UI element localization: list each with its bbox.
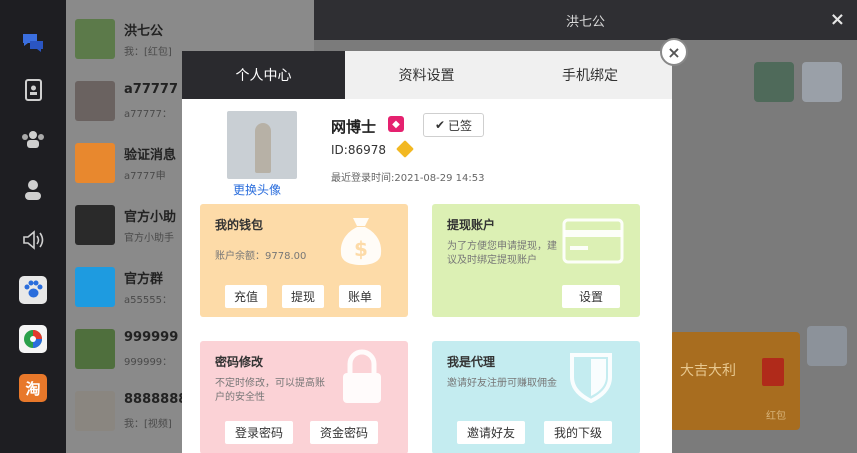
signed-in-button[interactable]: ✔ 已签: [423, 113, 484, 137]
chat-name: 999999: [124, 330, 179, 345]
redpacket-label: 红包: [766, 411, 786, 422]
redpacket-message[interactable]: 大吉大利 红包: [670, 332, 800, 430]
redpacket-text: 大吉大利: [680, 363, 736, 379]
withdraw-account-card: 提现账户 为了方便您申请提现，建议及时绑定提现账户 设置: [432, 204, 640, 317]
avatar: [75, 391, 115, 431]
invite-friends-button[interactable]: 邀请好友: [457, 421, 525, 444]
avatar: [75, 81, 115, 121]
diamond-icon: [396, 140, 414, 158]
self-avatar[interactable]: [807, 326, 847, 366]
my-subordinates-button[interactable]: 我的下级: [544, 421, 612, 444]
group-icon[interactable]: [19, 125, 47, 153]
signed-label: 已签: [448, 118, 473, 133]
chat-preview: 官方小助手: [124, 233, 174, 244]
chat-icon[interactable]: [19, 28, 47, 56]
chat-preview: a77777：: [124, 109, 172, 120]
credit-card-icon: [562, 218, 624, 267]
self-avatar[interactable]: [802, 62, 842, 102]
svg-text:$: $: [354, 237, 368, 261]
withdraw-account-title: 提现账户: [447, 218, 496, 232]
username: 网博士: [331, 118, 377, 136]
change-avatar-link[interactable]: 更换头像: [233, 181, 281, 198]
vip-badge-icon: ◆: [388, 116, 404, 132]
checkmark-icon: ✔: [434, 118, 446, 132]
avatar: [75, 329, 115, 369]
left-nav-rail: 淘: [0, 0, 66, 453]
chat-name: 官方群: [124, 272, 164, 287]
recharge-button[interactable]: 充值: [225, 285, 267, 308]
password-title: 密码修改: [215, 355, 264, 369]
game-icon[interactable]: [19, 325, 47, 353]
avatar: [75, 143, 115, 183]
personal-center-modal: 个人中心 资料设置 手机绑定 更换头像 网博士 ◆ ✔ 已签 ID:86978 …: [182, 51, 672, 453]
speaker-icon[interactable]: [19, 226, 47, 254]
password-card: 密码修改 不定时修改，可以提高账户的安全性 登录密码 资金密码: [200, 341, 408, 453]
avatar: [75, 19, 115, 59]
chat-titlebar: 洪七公 ×: [314, 0, 857, 40]
chat-preview: 999999：: [124, 357, 173, 368]
modal-close-button[interactable]: ×: [660, 38, 688, 66]
shop-icon[interactable]: 淘: [19, 374, 47, 402]
avatar[interactable]: [227, 111, 297, 179]
agent-card: 我是代理 邀请好友注册可赚取佣金 邀请好友 我的下级: [432, 341, 640, 453]
user-id: ID:86978: [331, 143, 386, 157]
paw-icon[interactable]: [19, 276, 47, 304]
wallet-card: 我的钱包 账户余额：9778.00 $ 充值 提现 账单: [200, 204, 408, 317]
withdraw-account-desc: 为了方便您申请提现，建议及时绑定提现账户: [447, 241, 557, 266]
person-icon[interactable]: [19, 176, 47, 204]
last-login-time: 最近登录时间:2021-08-29 14:53: [331, 173, 485, 184]
login-password-button[interactable]: 登录密码: [225, 421, 293, 444]
chat-preview: a7777申: [124, 171, 166, 182]
chat-name: a77777: [124, 82, 178, 97]
redpacket-icon: [762, 358, 784, 386]
chat-name: 官方小助: [124, 210, 177, 225]
avatar: [75, 267, 115, 307]
wallet-title: 我的钱包: [215, 218, 264, 232]
agent-title: 我是代理: [447, 355, 496, 369]
tab-profile-settings[interactable]: 资料设置: [345, 51, 508, 99]
avatar: [75, 205, 115, 245]
chat-name: 8888888: [124, 392, 188, 407]
chat-name: 洪七公: [124, 24, 164, 39]
lock-icon: [340, 349, 384, 408]
close-icon[interactable]: ×: [830, 9, 845, 30]
chat-name: 验证消息: [124, 148, 177, 163]
password-desc: 不定时修改，可以提高账户的安全性: [215, 378, 325, 403]
dollar-bag-icon: $: [338, 214, 384, 269]
wallet-balance: 账户余额：9778.00: [215, 251, 307, 262]
contacts-book-icon[interactable]: [19, 76, 47, 104]
bill-button[interactable]: 账单: [339, 285, 381, 308]
tab-personal-center[interactable]: 个人中心: [182, 51, 345, 99]
chat-preview: 我：[视频]: [124, 419, 172, 430]
peer-avatar[interactable]: [754, 62, 794, 102]
fund-password-button[interactable]: 资金密码: [310, 421, 378, 444]
agent-desc: 邀请好友注册可赚取佣金: [447, 378, 557, 389]
chat-title: 洪七公: [565, 14, 605, 30]
tab-phone-binding[interactable]: 手机绑定: [508, 51, 672, 99]
settings-button[interactable]: 设置: [562, 285, 620, 308]
chat-preview: 我：[红包]: [124, 47, 172, 58]
withdraw-button[interactable]: 提现: [282, 285, 324, 308]
modal-tabs: 个人中心 资料设置 手机绑定: [182, 51, 672, 99]
chat-preview: a55555：: [124, 295, 172, 306]
shield-icon: [568, 351, 614, 406]
